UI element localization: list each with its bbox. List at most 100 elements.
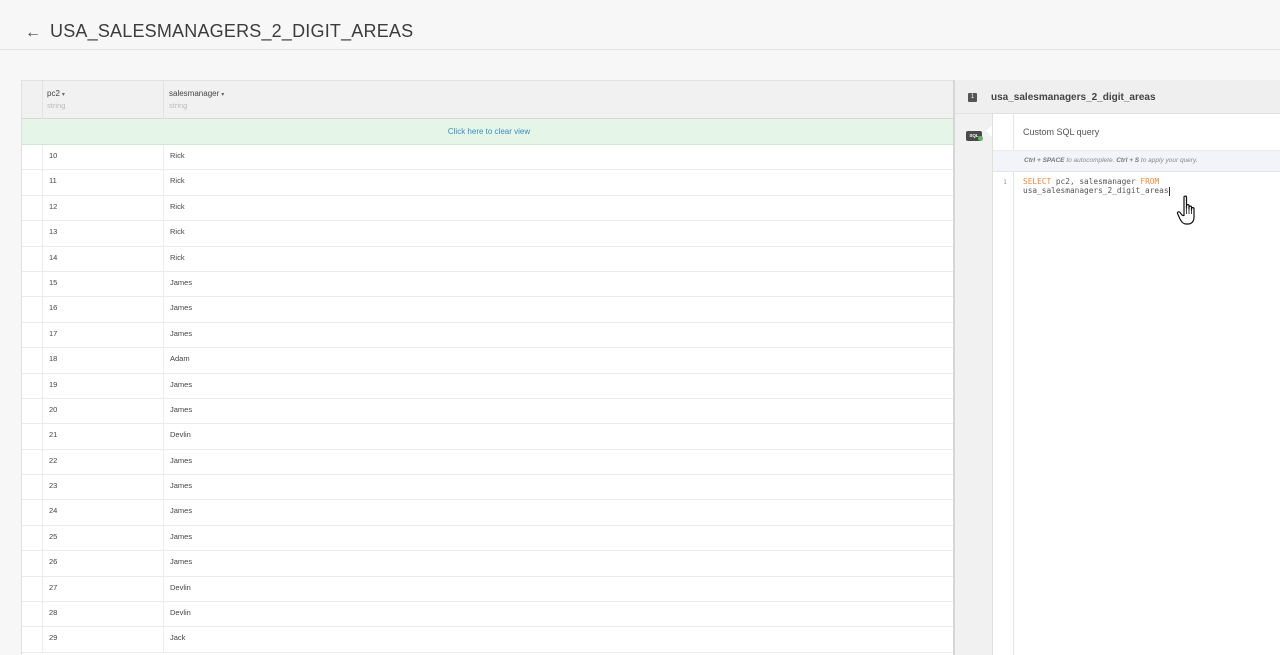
caret-down-icon[interactable]: ▾ — [62, 92, 65, 98]
editor-title-row: Custom SQL query — [993, 114, 1280, 151]
table-row[interactable]: 10 Rick — [22, 145, 955, 171]
table-row[interactable]: 19 James — [22, 373, 955, 399]
cell-salesmanager[interactable]: James — [170, 329, 192, 338]
table-row[interactable]: 16 James — [22, 297, 955, 323]
cell-divider — [163, 398, 164, 424]
table-row[interactable]: 29 Jack — [22, 627, 955, 653]
table-row[interactable]: 22 James — [22, 449, 955, 476]
cell-pc2[interactable]: 16 — [49, 303, 57, 312]
cell-salesmanager[interactable]: James — [170, 456, 192, 465]
row-gutter — [22, 271, 43, 297]
sql-code-editor[interactable]: 1 SELECT pc2, salesmanager FROM usa_sale… — [993, 172, 1280, 655]
cell-pc2[interactable]: 29 — [49, 633, 57, 642]
clear-view-link[interactable]: Click here to clear view — [22, 119, 955, 145]
cell-pc2[interactable]: 25 — [49, 532, 57, 541]
table-row[interactable]: 14 Rick — [22, 246, 955, 272]
cell-divider — [163, 195, 164, 221]
cell-divider — [163, 246, 164, 271]
cell-pc2[interactable]: 17 — [49, 329, 57, 338]
step-number-badge: 1 — [968, 93, 977, 102]
cell-pc2[interactable]: 24 — [49, 506, 57, 515]
cell-pc2[interactable]: 18 — [49, 354, 57, 363]
cell-pc2[interactable]: 22 — [49, 456, 57, 465]
cell-salesmanager[interactable]: James — [170, 278, 192, 287]
cell-pc2[interactable]: 15 — [49, 278, 57, 287]
cell-pc2[interactable]: 13 — [49, 227, 57, 236]
row-gutter — [22, 500, 43, 525]
cell-divider — [163, 373, 164, 398]
row-gutter — [22, 322, 43, 348]
cell-divider — [163, 424, 164, 449]
cell-divider — [163, 525, 164, 551]
cell-pc2[interactable]: 20 — [49, 405, 57, 414]
table-row[interactable]: 13 Rick — [22, 221, 955, 247]
column-header-salesmanager[interactable]: salesmanager ▾ string — [169, 89, 224, 110]
header-gutter — [22, 81, 43, 119]
row-gutter — [22, 525, 43, 551]
row-gutter — [22, 195, 43, 221]
table-body: 10 Rick 11 Rick 12 Rick 13 Rick 14 Rick 15 James 16 J… — [22, 145, 955, 653]
table-row[interactable]: 21 Devlin — [22, 424, 955, 450]
table-row[interactable]: 18 Adam — [22, 348, 955, 374]
editor-title: Custom SQL query — [1023, 127, 1100, 137]
cell-divider — [163, 576, 164, 602]
table-row[interactable]: 26 James — [22, 551, 955, 577]
cell-salesmanager[interactable]: James — [170, 303, 192, 312]
cell-salesmanager[interactable]: James — [170, 532, 192, 541]
cell-salesmanager[interactable]: James — [170, 380, 192, 389]
table-row[interactable]: 24 James — [22, 500, 955, 526]
cell-divider — [163, 627, 164, 652]
row-gutter — [22, 398, 43, 424]
cell-salesmanager[interactable]: James — [170, 405, 192, 414]
cell-divider — [163, 221, 164, 246]
recipe-name: usa_salesmanagers_2_digit_areas — [991, 92, 1156, 103]
cell-salesmanager[interactable]: Rick — [170, 151, 185, 160]
cell-salesmanager[interactable]: Rick — [170, 176, 185, 185]
row-gutter — [22, 221, 43, 246]
cell-pc2[interactable]: 19 — [49, 380, 57, 389]
cell-salesmanager[interactable]: James — [170, 481, 192, 490]
cell-salesmanager[interactable]: Rick — [170, 227, 185, 236]
cell-pc2[interactable]: 28 — [49, 608, 57, 617]
table-row[interactable]: 12 Rick — [22, 195, 955, 222]
cell-salesmanager[interactable]: Adam — [170, 354, 190, 363]
cell-divider — [163, 500, 164, 525]
row-gutter — [22, 627, 43, 652]
arrow-left-icon[interactable]: ← — [25, 23, 41, 43]
table-row[interactable]: 27 Devlin — [22, 576, 955, 603]
table-row[interactable]: 11 Rick — [22, 170, 955, 196]
cell-pc2[interactable]: 27 — [49, 583, 57, 592]
cell-pc2[interactable]: 23 — [49, 481, 57, 490]
recipe-header: 1 usa_salesmanagers_2_digit_areas — [955, 80, 1280, 114]
hint-key-apply: Ctrl + S — [1116, 157, 1140, 164]
cell-salesmanager[interactable]: Devlin — [170, 430, 191, 439]
caret-down-icon[interactable]: ▾ — [221, 92, 224, 98]
cell-salesmanager[interactable]: James — [170, 506, 192, 515]
cell-pc2[interactable]: 11 — [49, 176, 57, 185]
cell-salesmanager[interactable]: Jack — [170, 633, 185, 642]
cell-salesmanager[interactable]: Devlin — [170, 608, 191, 617]
table-row[interactable]: 25 James — [22, 525, 955, 552]
table-row[interactable]: 28 Devlin — [22, 602, 955, 628]
cell-pc2[interactable]: 10 — [49, 151, 57, 160]
row-gutter — [22, 475, 43, 500]
table-row[interactable]: 15 James — [22, 271, 955, 298]
row-gutter — [22, 246, 43, 271]
table-row[interactable]: 23 James — [22, 475, 955, 501]
cell-divider — [163, 449, 164, 475]
cell-divider — [163, 145, 164, 170]
cell-salesmanager[interactable]: Devlin — [170, 583, 191, 592]
cell-salesmanager[interactable]: James — [170, 557, 192, 566]
editor-hint-row: Ctrl + SPACE to autocomplete. Ctrl + S t… — [993, 151, 1280, 172]
hint-text-apply: to apply your query. — [1139, 157, 1198, 164]
column-header-pc2[interactable]: pc2 ▾ string — [47, 89, 65, 110]
cell-pc2[interactable]: 12 — [49, 202, 57, 211]
cell-salesmanager[interactable]: Rick — [170, 253, 185, 262]
table-row[interactable]: 20 James — [22, 398, 955, 425]
cell-salesmanager[interactable]: Rick — [170, 202, 185, 211]
table-row[interactable]: 17 James — [22, 322, 955, 349]
cell-pc2[interactable]: 14 — [49, 253, 57, 262]
cell-pc2[interactable]: 26 — [49, 557, 57, 566]
cell-pc2[interactable]: 21 — [49, 430, 57, 439]
sql-code[interactable]: SELECT pc2, salesmanager FROM usa_salesm… — [1023, 177, 1170, 196]
